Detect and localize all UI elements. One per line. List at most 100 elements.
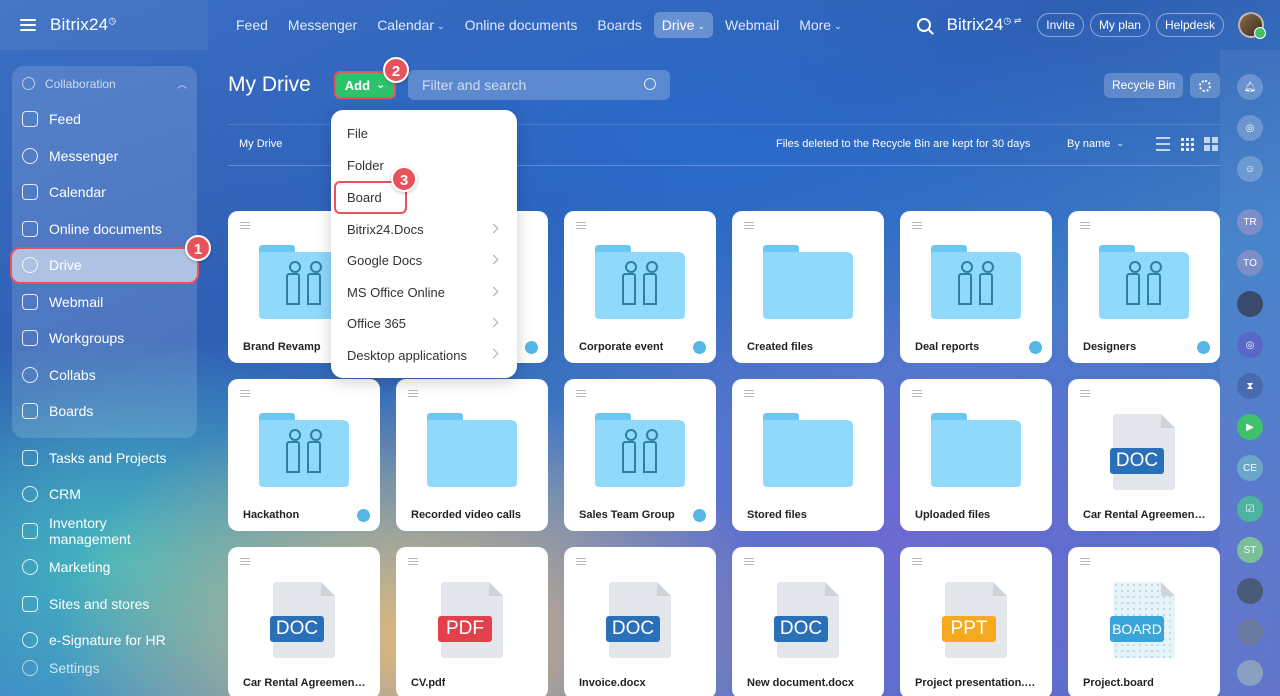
chat-avatar-person-2[interactable] [1237,578,1263,604]
folder-card[interactable]: Stored files [732,379,884,531]
drag-handle-icon[interactable] [912,390,922,397]
document-icon: PDF [438,582,503,658]
drag-handle-icon[interactable] [1080,222,1090,229]
file-card[interactable]: DOC Invoice.docx [564,547,716,696]
sidebar-item-drive[interactable]: Drive [10,247,199,284]
my-plan-button[interactable]: My plan [1089,13,1150,37]
chat-avatar-st[interactable]: ST [1237,537,1263,563]
drag-handle-icon[interactable] [240,558,250,565]
tasks-icon[interactable]: ☑ [1237,496,1263,522]
drag-handle-icon[interactable] [576,390,586,397]
nav-feed[interactable]: Feed [236,12,268,38]
sidebar-item-messenger[interactable]: Messenger [12,138,197,175]
sidebar-item-online-documents[interactable]: Online documents [12,211,197,248]
brand-right[interactable]: Bitrix24◷ ⇌ [947,15,1022,35]
nav-messenger[interactable]: Messenger [288,12,357,38]
drag-handle-icon[interactable] [1080,390,1090,397]
chat-icon[interactable]: ☺ [1237,156,1263,182]
chat-avatar-group[interactable]: ◎ [1237,332,1263,358]
sidebar-item-boards[interactable]: Boards [12,393,197,430]
sidebar-item-workgroups[interactable]: Workgroups [12,320,197,357]
settings-button[interactable] [1190,73,1220,98]
menu-item-ms-office-online[interactable]: MS Office Online [331,277,517,308]
drag-handle-icon[interactable] [240,390,250,397]
folder-card[interactable]: Uploaded files [900,379,1052,531]
spiral-icon[interactable]: ◎ [1237,115,1263,141]
drag-handle-icon[interactable] [240,222,250,229]
search-icon[interactable] [644,78,656,90]
file-card[interactable]: DOC Car Rental Agreement ... [1068,379,1220,531]
menu-item-folder[interactable]: Folder [331,149,517,180]
sidebar-item-marketing[interactable]: Marketing [12,549,196,586]
drag-handle-icon[interactable] [912,558,922,565]
collaboration-header[interactable]: Collaboration ︿ [12,74,197,101]
folder-card[interactable]: Corporate event [564,211,716,363]
sidebar-item-sites-and-stores[interactable]: Sites and stores [12,586,196,623]
drag-handle-icon[interactable] [744,558,754,565]
chat-avatar-ce[interactable]: CE [1237,455,1263,481]
chevron-down-icon: ⌄ [376,78,386,91]
bell-icon[interactable]: 🔔︎ [1237,74,1263,100]
drag-handle-icon[interactable] [408,390,418,397]
chat-avatar-to[interactable]: TO [1237,250,1263,276]
sidebar-item-tasks-and-projects[interactable]: Tasks and Projects [12,440,196,477]
menu-item-google-docs[interactable]: Google Docs [331,245,517,276]
chevron-up-icon[interactable]: ︿ [177,76,187,91]
file-card[interactable]: DOC Car Rental Agreement.... [228,547,380,696]
menu-item-bitrix24-docs[interactable]: Bitrix24.Docs [331,214,517,245]
drag-handle-icon[interactable] [912,222,922,229]
sidebar-item-crm[interactable]: CRM [12,476,196,513]
folder-card[interactable]: Sales Team Group [564,379,716,531]
list-view-icon[interactable] [1156,137,1170,151]
sidebar-item-collabs[interactable]: Collabs [12,357,197,394]
sidebar-item-settings[interactable]: Settings [12,650,110,687]
tile-view-icon[interactable] [1204,137,1218,151]
chat-avatar-person-4[interactable] [1237,660,1263,686]
folder-card[interactable]: Created files [732,211,884,363]
sidebar-item-calendar[interactable]: Calendar [12,174,197,211]
nav-more[interactable]: More ⌄ [799,12,841,38]
folder-card[interactable]: Deal reports [900,211,1052,363]
drag-handle-icon[interactable] [1080,558,1090,565]
nav-online-documents[interactable]: Online documents [465,12,578,38]
search-input[interactable]: Filter and search [408,70,670,100]
file-card[interactable]: PDF CV.pdf [396,547,548,696]
nav-drive[interactable]: Drive ⌄ [653,12,713,38]
sidebar-item-label: Workgroups [49,330,125,347]
recycle-bin-button[interactable]: Recycle Bin [1104,73,1184,98]
chat-avatar-person[interactable] [1237,291,1263,317]
menu-icon[interactable] [20,19,36,31]
file-card[interactable]: BOARD Project.board [1068,547,1220,696]
user-avatar[interactable] [1238,12,1266,39]
invite-button[interactable]: Invite [1037,13,1084,37]
sort-dropdown[interactable]: By name ⌄ [1067,138,1124,150]
nav-calendar[interactable]: Calendar ⌄ [377,12,444,38]
folder-card[interactable]: Recorded video calls [396,379,548,531]
nav-webmail[interactable]: Webmail [725,12,779,38]
breadcrumb[interactable]: My Drive [239,138,282,150]
video-icon[interactable]: ▶ [1237,414,1263,440]
folder-card[interactable]: Designers [1068,211,1220,363]
drag-handle-icon[interactable] [576,558,586,565]
folder-card[interactable]: Hackathon [228,379,380,531]
menu-item-file[interactable]: File [331,118,517,149]
sidebar-item-feed[interactable]: Feed [12,101,197,138]
chat-avatar-tr[interactable]: TR [1237,209,1263,235]
search-icon[interactable] [916,18,931,32]
file-card[interactable]: DOC New document.docx [732,547,884,696]
drag-handle-icon[interactable] [744,222,754,229]
file-card[interactable]: PPT Project presentation.p... [900,547,1052,696]
drag-handle-icon[interactable] [408,558,418,565]
logo[interactable]: Bitrix24◷ [50,15,116,35]
nav-boards[interactable]: Boards [597,12,641,38]
drag-handle-icon[interactable] [576,222,586,229]
helpdesk-button[interactable]: Helpdesk [1155,13,1224,37]
drag-handle-icon[interactable] [744,390,754,397]
menu-item-office-365[interactable]: Office 365 [331,308,517,339]
grid-view-icon[interactable] [1180,137,1194,151]
chat-avatar-person-3[interactable] [1237,619,1263,645]
menu-item-desktop-applications[interactable]: Desktop applications [331,339,517,370]
sidebar-item-webmail[interactable]: Webmail [12,284,197,321]
hourglass-icon[interactable]: ⧗ [1237,373,1263,399]
sidebar-item-inventory-management[interactable]: Inventory management [12,513,196,550]
